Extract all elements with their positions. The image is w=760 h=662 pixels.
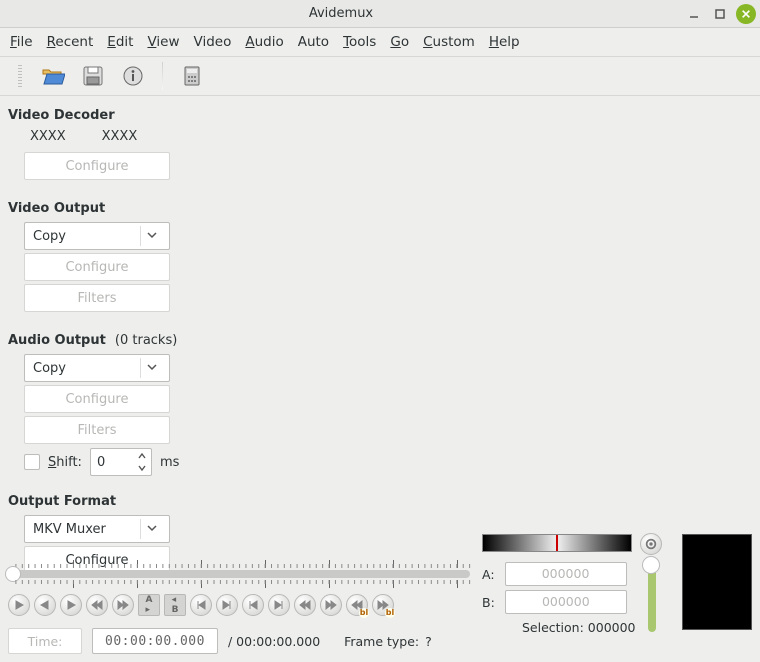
menu-go[interactable]: Go	[390, 34, 409, 50]
marker-a-field[interactable]: 000000	[505, 562, 627, 586]
frametype-label: Frame type:	[344, 634, 419, 649]
video-decoder-section: Video Decoder XXXX XXXX Configure	[8, 104, 752, 183]
video-decoder-heading: Video Decoder	[8, 108, 752, 123]
duration-label: / 00:00:00.000	[228, 634, 320, 649]
shift-checkbox[interactable]	[24, 454, 40, 470]
prev-frame-button[interactable]	[86, 594, 108, 616]
marker-b-label: B:	[482, 595, 495, 610]
toolbar	[0, 56, 760, 96]
window-title: Avidemux	[4, 6, 678, 21]
decoder-configure-button[interactable]: Configure	[24, 152, 170, 180]
menubar: File Recent Edit View Video Audio Auto T…	[0, 28, 760, 56]
info-icon[interactable]	[120, 63, 146, 89]
video-filters-button[interactable]: Filters	[24, 284, 170, 312]
next-keyframe-button[interactable]	[216, 594, 238, 616]
menu-custom[interactable]: Custom	[423, 34, 475, 50]
chevron-down-icon	[147, 361, 157, 376]
toolbar-separator	[162, 62, 163, 90]
menu-tools[interactable]: Tools	[343, 34, 376, 50]
first-frame-button[interactable]	[294, 594, 316, 616]
titlebar: Avidemux	[0, 0, 760, 28]
next-frame-button[interactable]	[112, 594, 134, 616]
stop-back-button[interactable]	[34, 594, 56, 616]
menu-auto[interactable]: Auto	[298, 34, 329, 50]
video-output-heading: Video Output	[8, 201, 752, 216]
prev-cut-button[interactable]	[242, 594, 264, 616]
close-button[interactable]	[736, 4, 756, 24]
menu-edit[interactable]: Edit	[107, 34, 133, 50]
ruler-bottom	[10, 580, 472, 588]
calculator-icon[interactable]	[179, 63, 205, 89]
spin-down-icon[interactable]	[135, 462, 149, 474]
next-black-button[interactable]: bl	[372, 594, 394, 616]
marker-a-label: A:	[482, 567, 495, 582]
muxer-combo[interactable]: MKV Muxer	[24, 515, 170, 543]
chevron-down-icon	[147, 522, 157, 537]
audio-configure-button[interactable]: Configure	[24, 385, 170, 413]
menu-video[interactable]: Video	[194, 34, 232, 50]
menu-file[interactable]: File	[10, 34, 33, 50]
timecode-field[interactable]: 00:00:00.000	[92, 628, 218, 654]
menu-view[interactable]: View	[147, 34, 179, 50]
last-frame-button[interactable]	[320, 594, 342, 616]
time-button[interactable]: Time:	[8, 628, 82, 654]
set-marker-b-button[interactable]: ◂B	[164, 594, 186, 616]
chevron-down-icon	[147, 229, 157, 244]
right-cluster: A: 000000 B: 000000 Selection: 000000	[482, 534, 752, 654]
decoder-info-1: XXXX	[30, 129, 66, 144]
step-fwd-button[interactable]	[60, 594, 82, 616]
frametype-value: ?	[425, 634, 432, 649]
shift-unit: ms	[160, 455, 179, 470]
ruler-top	[10, 560, 472, 568]
timeline-slider[interactable]	[10, 570, 470, 578]
set-marker-a-button[interactable]: A▸	[138, 594, 160, 616]
video-output-section: Video Output Copy Configure Filters	[8, 197, 752, 315]
preview-pane	[682, 534, 752, 630]
audio-filters-button[interactable]: Filters	[24, 416, 170, 444]
audio-codec-combo[interactable]: Copy	[24, 354, 170, 382]
output-format-heading: Output Format	[8, 494, 752, 509]
prev-keyframe-button[interactable]	[190, 594, 212, 616]
audio-output-section: Audio Output (0 tracks) Copy Configure F…	[8, 329, 752, 476]
menu-audio[interactable]: Audio	[245, 34, 283, 50]
scrub-wheel[interactable]	[482, 534, 632, 552]
audio-output-heading: Audio Output (0 tracks)	[8, 333, 752, 348]
shift-spinbox[interactable]: 0	[90, 448, 152, 476]
menu-recent[interactable]: Recent	[47, 34, 94, 50]
save-icon[interactable]	[80, 63, 106, 89]
minimize-button[interactable]	[684, 4, 704, 24]
transport-controls: A▸ ◂B bl bl	[8, 594, 474, 616]
spin-up-icon[interactable]	[135, 450, 149, 462]
shift-label: Shift:	[48, 455, 82, 470]
menu-help[interactable]: Help	[489, 34, 520, 50]
video-codec-combo[interactable]: Copy	[24, 222, 170, 250]
next-cut-button[interactable]	[268, 594, 290, 616]
open-icon[interactable]	[40, 63, 66, 89]
video-configure-button[interactable]: Configure	[24, 253, 170, 281]
side-panel: Video Decoder XXXX XXXX Configure Video …	[0, 96, 760, 591]
marker-b-field[interactable]: 000000	[505, 590, 627, 614]
prev-black-button[interactable]: bl	[346, 594, 368, 616]
selection-label: Selection: 000000	[522, 620, 636, 635]
play-button[interactable]	[8, 594, 30, 616]
volume-slider-thumb[interactable]	[642, 556, 660, 574]
settings-gear-button[interactable]	[640, 533, 662, 555]
bottom-panel: A▸ ◂B bl bl Time: 00:00:00.000 / 00:00:0…	[8, 558, 752, 654]
maximize-button[interactable]	[710, 4, 730, 24]
decoder-info-2: XXXX	[102, 129, 138, 144]
